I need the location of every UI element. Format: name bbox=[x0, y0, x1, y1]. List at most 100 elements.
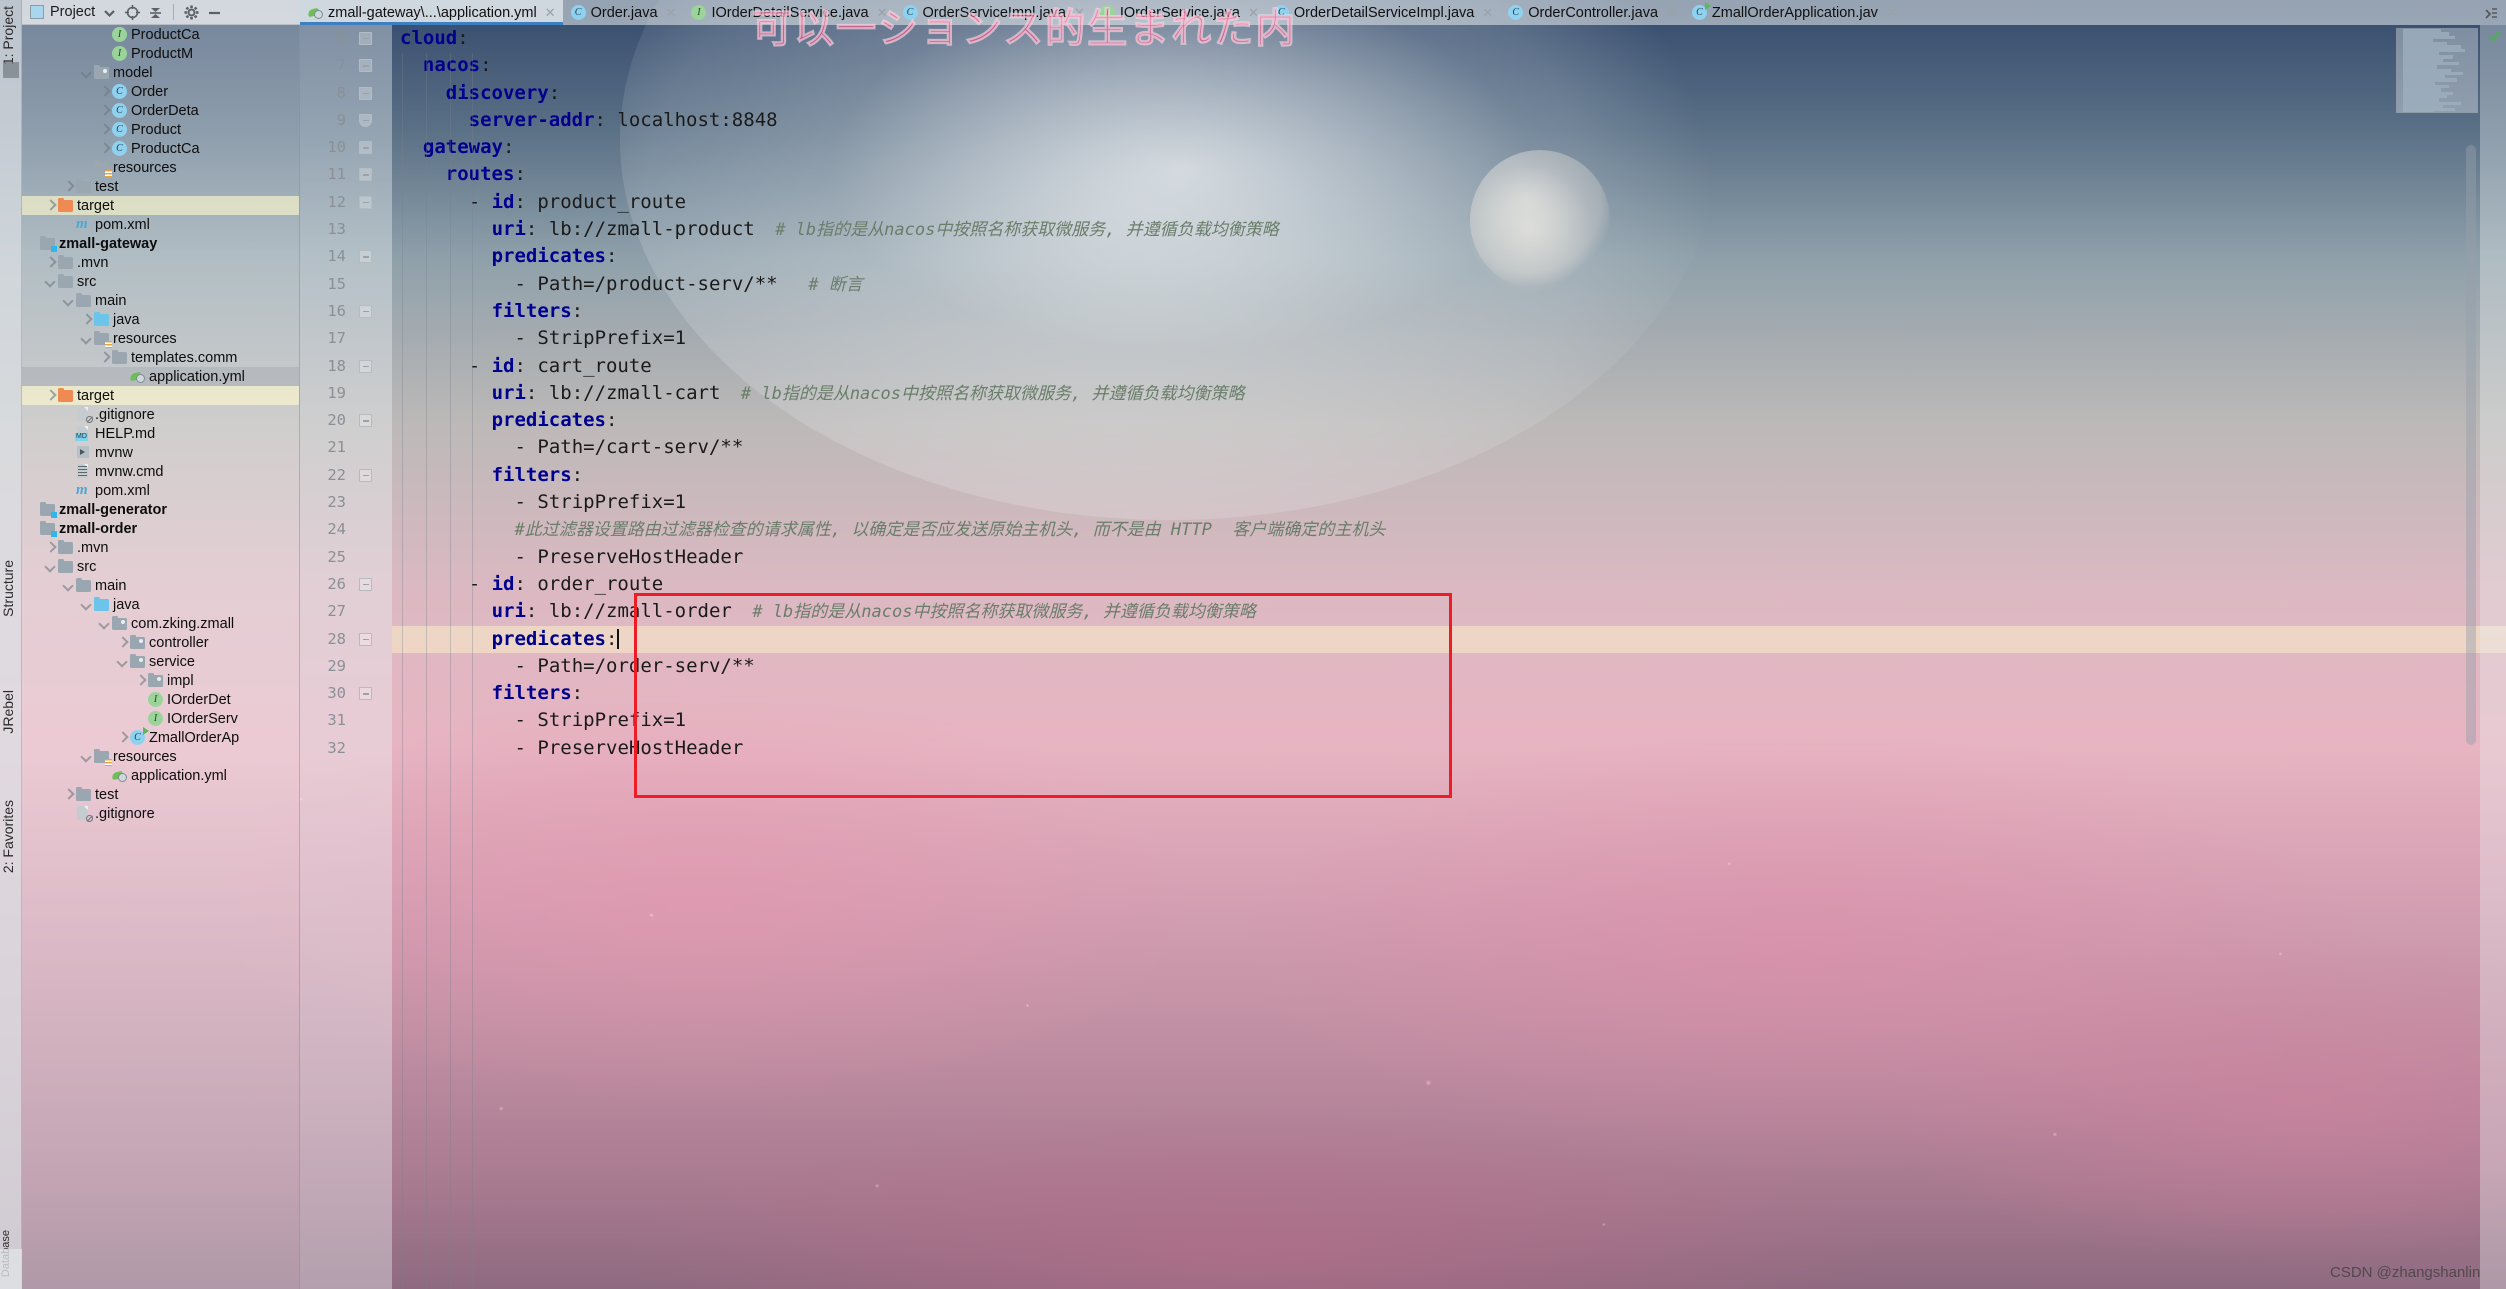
gear-icon[interactable] bbox=[183, 4, 200, 21]
tree-item-iorderserv[interactable]: I IOrderServ bbox=[22, 709, 299, 728]
tree-item-main[interactable]: main bbox=[22, 576, 299, 595]
chevron-down-icon[interactable] bbox=[98, 617, 111, 630]
tree-item-main[interactable]: main bbox=[22, 291, 299, 310]
chevron-right-icon[interactable] bbox=[62, 180, 75, 193]
locate-icon[interactable] bbox=[124, 4, 141, 21]
chevron-down-icon[interactable] bbox=[44, 560, 57, 573]
chevron-down-icon[interactable] bbox=[101, 4, 118, 21]
minimize-icon[interactable] bbox=[206, 4, 223, 21]
close-icon[interactable]: ✕ bbox=[545, 5, 556, 21]
tree-item-productm[interactable]: I ProductM bbox=[22, 44, 299, 63]
editor-tab-zmall-gateway-application-yml[interactable]: zmall-gateway\...\application.yml ✕ bbox=[300, 0, 563, 25]
tree-item-order[interactable]: C Order bbox=[22, 82, 299, 101]
chevron-right-icon[interactable] bbox=[134, 674, 147, 687]
tree-item-test[interactable]: test bbox=[22, 785, 299, 804]
fold-toggle-icon[interactable] bbox=[359, 113, 372, 127]
tree-item-src[interactable]: src bbox=[22, 557, 299, 576]
code-line-23[interactable]: - StripPrefix=1 bbox=[392, 489, 2506, 516]
editor-tab-zmallorderapplication-jav[interactable]: C ZmallOrderApplication.jav ✕ bbox=[1684, 0, 1904, 25]
gutter-line-12[interactable]: 12 bbox=[300, 189, 392, 216]
chevron-down-icon[interactable] bbox=[62, 294, 75, 307]
close-icon[interactable]: ✕ bbox=[1482, 5, 1493, 21]
fold-toggle-icon[interactable] bbox=[359, 468, 372, 482]
inspection-strip[interactable] bbox=[2480, 25, 2506, 1289]
gutter-line-17[interactable]: 17 bbox=[300, 325, 392, 352]
tree-item-model[interactable]: model bbox=[22, 63, 299, 82]
tree-item-zmall-gateway[interactable]: zmall-gateway bbox=[22, 234, 299, 253]
gutter-line-13[interactable]: 13 bbox=[300, 216, 392, 243]
chevron-right-icon[interactable] bbox=[62, 788, 75, 801]
code-line-21[interactable]: - Path=/cart-serv/** bbox=[392, 434, 2506, 461]
code-line-28[interactable]: predicates: bbox=[392, 625, 2506, 653]
editor-tab-bar[interactable]: zmall-gateway\...\application.yml ✕ C Order… bbox=[300, 0, 2506, 25]
fold-toggle-icon[interactable] bbox=[359, 86, 372, 100]
tree-item--gitignore[interactable]: .gitignore bbox=[22, 405, 299, 424]
code-line-11[interactable]: routes: bbox=[392, 161, 2506, 188]
close-icon[interactable]: ✕ bbox=[666, 5, 677, 21]
chevron-right-icon[interactable] bbox=[44, 541, 57, 554]
tree-item-orderdeta[interactable]: C OrderDeta bbox=[22, 101, 299, 120]
gutter-line-20[interactable]: 20 bbox=[300, 407, 392, 434]
structure-stripe-icon[interactable] bbox=[3, 62, 19, 78]
chevron-right-icon[interactable] bbox=[116, 731, 129, 744]
chevron-right-icon[interactable] bbox=[98, 85, 111, 98]
code-editor[interactable]: 6 7 8 9 10 11 12 13 14 15 16 17 18 19 20 21 22 23 24 25 26 27… bbox=[300, 25, 2506, 1289]
tool-window-project[interactable]: 1: Project bbox=[0, 6, 22, 65]
tree-item--mvn[interactable]: .mvn bbox=[22, 253, 299, 272]
chevron-down-icon[interactable] bbox=[62, 579, 75, 592]
fold-toggle-icon[interactable] bbox=[359, 141, 372, 155]
tree-item--gitignore[interactable]: .gitignore bbox=[22, 804, 299, 823]
editor-tab-order-java[interactable]: C Order.java ✕ bbox=[563, 0, 684, 25]
code-line-16[interactable]: filters: bbox=[392, 298, 2506, 325]
gutter-line-16[interactable]: 16 bbox=[300, 298, 392, 325]
gutter-line-25[interactable]: 25 bbox=[300, 544, 392, 571]
tool-window-jrebel[interactable]: JRebel bbox=[0, 690, 22, 734]
code-line-24[interactable]: #此过滤器设置路由过滤器检查的请求属性, 以确定是否应发送原始主机头, 而不是由… bbox=[392, 516, 2506, 543]
fold-toggle-icon[interactable] bbox=[359, 304, 372, 318]
code-line-32[interactable]: - PreserveHostHeader bbox=[392, 735, 2506, 762]
code-line-29[interactable]: - Path=/order-serv/** bbox=[392, 653, 2506, 680]
gutter-line-10[interactable]: 10 bbox=[300, 134, 392, 161]
tree-item-src[interactable]: src bbox=[22, 272, 299, 291]
gutter-line-30[interactable]: 30 bbox=[300, 680, 392, 707]
code-line-17[interactable]: - StripPrefix=1 bbox=[392, 325, 2506, 352]
code-line-30[interactable]: filters: bbox=[392, 680, 2506, 707]
gutter-line-29[interactable]: 29 bbox=[300, 653, 392, 680]
tree-item-zmallorderap[interactable]: C ZmallOrderAp bbox=[22, 727, 299, 747]
tree-item-iorderdet[interactable]: I IOrderDet bbox=[22, 690, 299, 709]
tree-item-resources[interactable]: resources bbox=[22, 329, 299, 348]
gutter-line-8[interactable]: 8 bbox=[300, 80, 392, 107]
tree-item-help-md[interactable]: MD HELP.md bbox=[22, 424, 299, 443]
tree-item-com-zking-zmall[interactable]: com.zking.zmall bbox=[22, 614, 299, 633]
code-line-9[interactable]: server-addr: localhost:8848 bbox=[392, 107, 2506, 134]
gutter-line-22[interactable]: 22 bbox=[300, 462, 392, 489]
code-line-14[interactable]: predicates: bbox=[392, 243, 2506, 270]
gutter-line-6[interactable]: 6 bbox=[300, 25, 392, 52]
fold-toggle-icon[interactable] bbox=[359, 250, 372, 264]
tree-item-pom-xml[interactable]: m pom.xml bbox=[22, 481, 299, 500]
chevron-right-icon[interactable] bbox=[80, 313, 93, 326]
fold-toggle-icon[interactable] bbox=[359, 168, 372, 182]
tree-item-mvnw[interactable]: mvnw bbox=[22, 443, 299, 462]
code-line-22[interactable]: filters: bbox=[392, 462, 2506, 489]
code-line-13[interactable]: uri: lb://zmall-product # lb指的是从nacos中按照… bbox=[392, 216, 2506, 243]
line-number-gutter[interactable]: 6 7 8 9 10 11 12 13 14 15 16 17 18 19 20 21 22 23 24 25 26 27… bbox=[300, 25, 392, 1289]
chevron-down-icon[interactable] bbox=[80, 598, 93, 611]
gutter-line-32[interactable]: 32 bbox=[300, 735, 392, 762]
tree-item-templates-comm[interactable]: templates.comm bbox=[22, 348, 299, 367]
code-text-area[interactable]: cloud: nacos: discovery: server-addr: local… bbox=[392, 25, 2506, 1289]
tree-item-productca[interactable]: C ProductCa bbox=[22, 139, 299, 158]
code-line-31[interactable]: - StripPrefix=1 bbox=[392, 707, 2506, 734]
tree-item-java[interactable]: java bbox=[22, 310, 299, 329]
code-line-15[interactable]: - Path=/product-serv/** # 断言 bbox=[392, 271, 2506, 298]
fold-toggle-icon[interactable] bbox=[359, 577, 372, 591]
chevron-right-icon[interactable] bbox=[44, 256, 57, 269]
gutter-line-14[interactable]: 14 bbox=[300, 243, 392, 270]
tree-item-zmall-generator[interactable]: zmall-generator bbox=[22, 500, 299, 519]
chevron-right-icon[interactable] bbox=[98, 104, 111, 117]
code-minimap[interactable] bbox=[2396, 28, 2478, 113]
fold-toggle-icon[interactable] bbox=[359, 632, 372, 646]
tree-item-mvnw-cmd[interactable]: mvnw.cmd bbox=[22, 462, 299, 481]
tree-item-service[interactable]: service bbox=[22, 652, 299, 671]
tree-item-target[interactable]: target bbox=[22, 386, 299, 405]
